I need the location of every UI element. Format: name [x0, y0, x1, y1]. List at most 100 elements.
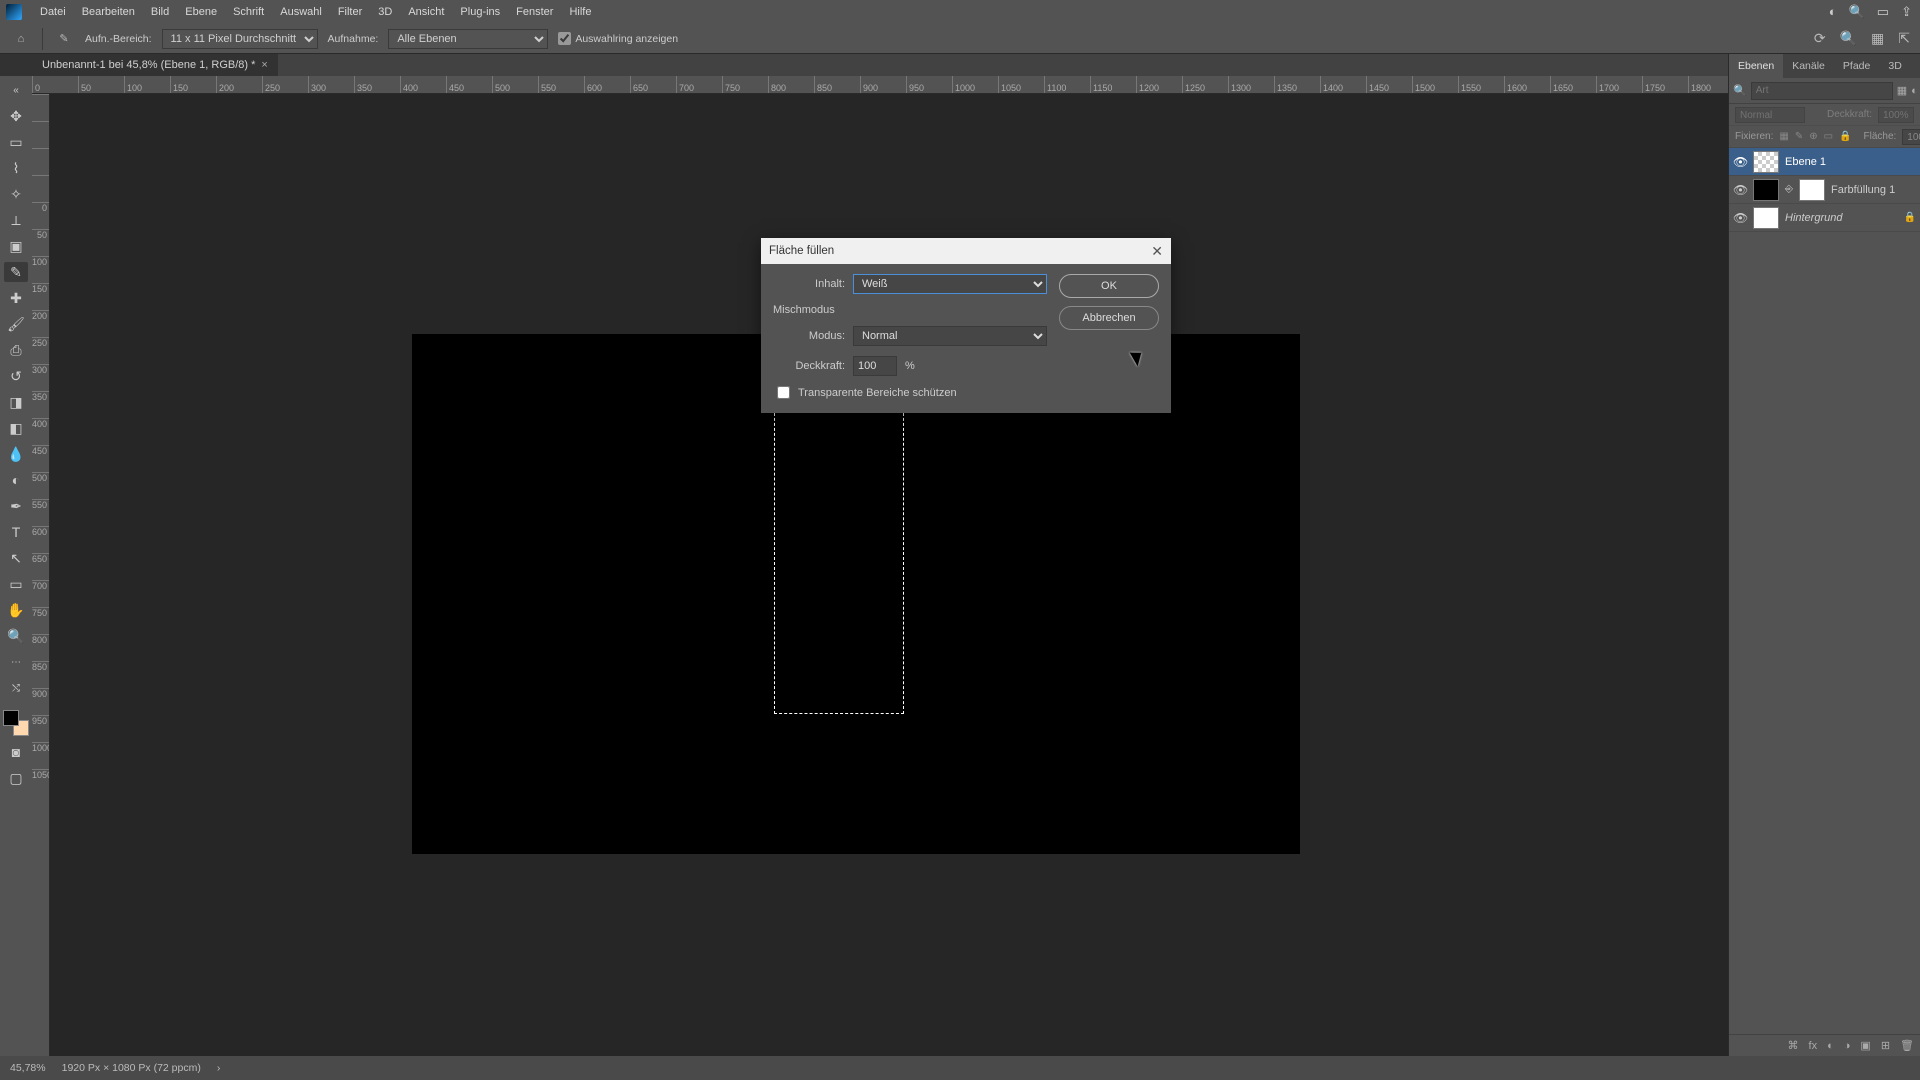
swap-colors-icon[interactable]: ⤭ — [4, 678, 28, 698]
search-icon[interactable]: 🔍 — [1849, 4, 1865, 20]
eyedropper-tool-icon[interactable]: ✎ — [53, 28, 75, 50]
layer-thumb[interactable] — [1753, 151, 1779, 173]
group-icon[interactable]: ▣ — [1860, 1039, 1870, 1052]
close-tab-icon[interactable]: × — [261, 59, 267, 71]
blur-tool[interactable]: 💧 — [4, 444, 28, 464]
layer-name[interactable]: Ebene 1 — [1785, 156, 1826, 168]
menu-filter[interactable]: Filter — [330, 0, 370, 24]
screenmode-tool[interactable]: ▢ — [4, 768, 28, 788]
menu-plugins[interactable]: Plug-ins — [452, 0, 508, 24]
tab-3d[interactable]: 3D — [1879, 54, 1910, 78]
quickmask-tool[interactable]: ◙ — [4, 742, 28, 762]
marquee-tool[interactable]: ▭ — [4, 132, 28, 152]
layer-filter-input[interactable] — [1751, 82, 1893, 100]
menu-schrift[interactable]: Schrift — [225, 0, 272, 24]
collapse-icon[interactable]: « — [4, 80, 28, 100]
layer-name[interactable]: Farbfüllung 1 — [1831, 184, 1895, 196]
ok-button[interactable]: OK — [1059, 274, 1159, 298]
menu-ansicht[interactable]: Ansicht — [400, 0, 452, 24]
visibility-icon[interactable]: 👁 — [1733, 183, 1747, 197]
menu-auswahl[interactable]: Auswahl — [272, 0, 330, 24]
color-swatches[interactable] — [3, 710, 29, 736]
move-tool[interactable]: ✥ — [4, 106, 28, 126]
menu-bild[interactable]: Bild — [143, 0, 177, 24]
dialog-close-icon[interactable]: ✕ — [1151, 243, 1163, 260]
cancel-button[interactable]: Abbrechen — [1059, 306, 1159, 330]
hand-tool[interactable]: ✋ — [4, 600, 28, 620]
edit-toolbar-icon[interactable]: ⋯ — [4, 652, 28, 672]
menu-3d[interactable]: 3D — [370, 0, 400, 24]
layer-row[interactable]: 👁 Hintergrund 🔒 — [1729, 204, 1920, 232]
blend-mode-select[interactable]: Normal — [1735, 107, 1805, 123]
zoom-tool[interactable]: 🔍 — [4, 626, 28, 646]
filter-adjust-icon[interactable]: ◐ — [1911, 85, 1918, 97]
path-tool[interactable]: ↖ — [4, 548, 28, 568]
tab-kanaele[interactable]: Kanäle — [1783, 54, 1834, 78]
frame-tool[interactable]: ▣ — [4, 236, 28, 256]
tab-ebenen[interactable]: Ebenen — [1729, 54, 1783, 78]
lock-nest-icon[interactable]: ▭ — [1824, 131, 1833, 142]
layer-thumb[interactable] — [1753, 207, 1779, 229]
visibility-icon[interactable]: 👁 — [1733, 211, 1747, 225]
delete-layer-icon[interactable]: 🗑 — [1900, 1039, 1914, 1052]
menu-datei[interactable]: Datei — [32, 0, 74, 24]
lock-position-icon[interactable]: ✎ — [1795, 131, 1803, 142]
heal-tool[interactable]: ✚ — [4, 288, 28, 308]
menu-ebene[interactable]: Ebene — [177, 0, 225, 24]
brush-tool[interactable]: 🖌 — [4, 314, 28, 334]
home-icon[interactable]: ⌂ — [10, 28, 32, 50]
tab-pfade[interactable]: Pfade — [1834, 54, 1879, 78]
menu-bearbeiten[interactable]: Bearbeiten — [74, 0, 143, 24]
dodge-tool[interactable]: ◐ — [4, 470, 28, 490]
inhalt-select[interactable]: Weiß — [853, 274, 1047, 294]
document-tab[interactable]: Unbenannt-1 bei 45,8% (Ebene 1, RGB/8) *… — [32, 54, 278, 76]
lock-artboard-icon[interactable]: ⊕ — [1809, 131, 1817, 142]
status-chevron-icon[interactable]: › — [217, 1062, 221, 1074]
dialog-titlebar[interactable]: Fläche füllen ✕ — [761, 238, 1171, 264]
mask-icon[interactable]: ◐ — [1827, 1040, 1834, 1052]
layer-mask-thumb[interactable] — [1799, 179, 1825, 201]
status-doc-info[interactable]: 1920 Px × 1080 Px (72 ppcm) — [62, 1062, 201, 1074]
layer-row[interactable]: 👁 Ebene 1 — [1729, 148, 1920, 176]
ruler-horizontal[interactable]: 0501001502002503003504004505005506006507… — [32, 76, 1728, 94]
layer-row[interactable]: 👁 ⎆ Farbfüllung 1 — [1729, 176, 1920, 204]
ruler-vertical[interactable]: 0501001502002503003504004505005506006507… — [32, 94, 50, 1056]
fill-value[interactable]: 100% — [1902, 129, 1920, 145]
status-zoom[interactable]: 45,78% — [10, 1062, 46, 1074]
stamp-tool[interactable]: ⎙ — [4, 340, 28, 360]
sample-source-select[interactable]: Alle Ebenen — [388, 29, 548, 49]
foreground-color-swatch[interactable] — [3, 710, 19, 726]
history-brush-tool[interactable]: ↺ — [4, 366, 28, 386]
filter-image-icon[interactable]: ▦ — [1897, 84, 1907, 97]
gradient-tool[interactable]: ◧ — [4, 418, 28, 438]
layer-thumb[interactable] — [1753, 179, 1779, 201]
cloud-icon[interactable]: ◐ — [1829, 4, 1837, 20]
menu-fenster[interactable]: Fenster — [508, 0, 561, 24]
zoom-icon[interactable]: 🔍 — [1840, 30, 1857, 47]
share-icon[interactable]: ⇪ — [1901, 4, 1912, 20]
fx-icon[interactable]: fx — [1809, 1040, 1818, 1052]
export-icon[interactable]: ⇱ — [1898, 30, 1910, 47]
adjustment-icon[interactable]: ◑ — [1844, 1040, 1851, 1052]
link-layers-icon[interactable]: ⌘ — [1788, 1039, 1799, 1052]
sample-size-select[interactable]: 11 x 11 Pixel Durchschnitt — [162, 29, 318, 49]
deckkraft-input[interactable] — [853, 356, 897, 376]
crop-tool[interactable]: ⟂ — [4, 210, 28, 230]
menu-hilfe[interactable]: Hilfe — [561, 0, 599, 24]
lock-all-icon[interactable]: 🔒 — [1839, 131, 1851, 142]
pen-tool[interactable]: ✒ — [4, 496, 28, 516]
transparent-checkbox[interactable] — [777, 386, 790, 399]
wand-tool[interactable]: ✧ — [4, 184, 28, 204]
opacity-value[interactable]: 100% — [1878, 107, 1914, 123]
visibility-icon[interactable]: 👁 — [1733, 155, 1747, 169]
modus-select[interactable]: Normal — [853, 326, 1047, 346]
new-layer-icon[interactable]: ⊞ — [1881, 1039, 1890, 1052]
show-ring-checkbox[interactable] — [558, 32, 571, 45]
eyedropper-tool[interactable]: ✎ — [4, 262, 28, 282]
link-icon[interactable]: ⎆ — [1785, 184, 1793, 195]
grid-icon[interactable]: ▦ — [1871, 30, 1884, 47]
eraser-tool[interactable]: ◨ — [4, 392, 28, 412]
workspace-icon[interactable]: ▭ — [1877, 4, 1889, 20]
refresh-icon[interactable]: ⟳ — [1814, 30, 1826, 47]
layer-name[interactable]: Hintergrund — [1785, 212, 1842, 224]
